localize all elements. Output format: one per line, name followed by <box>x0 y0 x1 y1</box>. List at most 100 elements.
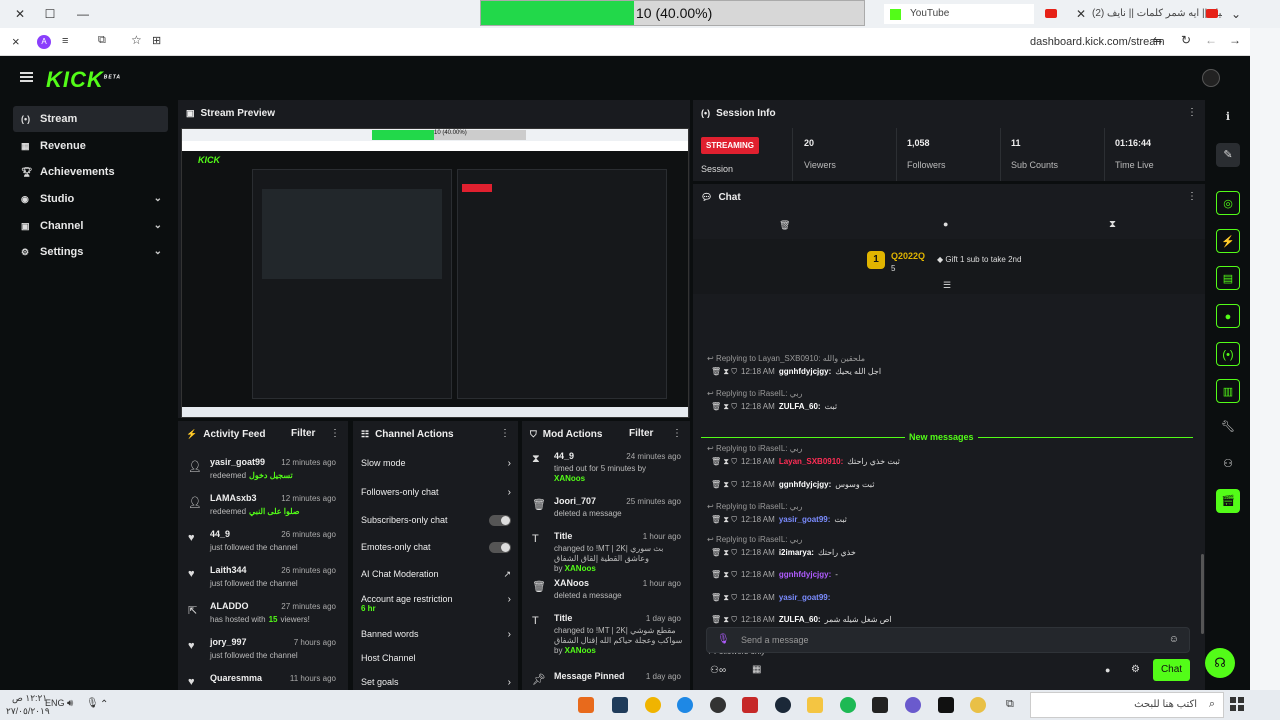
edit-icon[interactable]: ✎ <box>1216 143 1240 167</box>
shield-icon[interactable]: ⛉ <box>731 457 737 466</box>
edge-icon[interactable] <box>677 697 693 713</box>
chat-username[interactable]: ggnhfdyjcjgy: <box>779 570 831 579</box>
lightning-icon[interactable]: ⚡ <box>1216 229 1240 253</box>
clock-date[interactable]: ٢٧/٠٥/٢٠١٩ <box>6 706 50 717</box>
translate-icon[interactable]: ⊞ <box>152 34 161 47</box>
trash-icon[interactable]: 🗑︎ <box>711 570 723 579</box>
channel-action-item[interactable]: Slow mode › <box>361 458 511 469</box>
activity-item[interactable]: ♥ 44_9 26 minutes ago just followed the cha… <box>186 529 346 563</box>
hourglass-icon[interactable]: ⧗ <box>1109 219 1116 230</box>
channel-action-item[interactable]: AI Chat Moderation ↗ <box>361 569 511 579</box>
activity-item[interactable]: ♥ Quaresmma 11 hours ago <box>186 673 346 690</box>
chat-message[interactable]: 🗑︎ ⧗ ⛉ 12:18 AM yasir_goat99: <box>711 593 1201 603</box>
spotify-icon[interactable] <box>840 697 856 713</box>
chat-username[interactable]: yasir_goat99: <box>779 593 831 602</box>
points-icon[interactable]: ⚇ <box>1216 452 1240 476</box>
channel-action-item[interactable]: Followers-only chat › <box>361 487 511 498</box>
app-icon[interactable] <box>710 697 726 713</box>
activity-item[interactable]: ♥ Laith344 26 minutes ago just followed the… <box>186 565 346 599</box>
message-icon[interactable]: ● <box>1216 304 1240 328</box>
activity-item[interactable]: 👤︎ LAMAsxb3 12 minutes ago redeemed صلوا على… <box>186 493 346 527</box>
toggle-switch[interactable] <box>489 515 511 526</box>
chat-message[interactable]: 🗑︎ ⧗ ⛉ 12:18 AM ZULFA_60: اص شغل شيله شمر <box>711 615 1201 625</box>
forward-icon[interactable]: ← <box>1205 33 1217 47</box>
trash-icon[interactable]: 🗑︎ <box>711 615 723 624</box>
microphone-icon[interactable]: 🎙︎ <box>86 698 99 709</box>
chat-message[interactable]: 🗑︎ ⧗ ⛉ 12:18 AM i2imarya: خذي راحتك <box>711 548 1201 558</box>
pin-icon[interactable]: ☰ <box>943 280 951 291</box>
shield-icon[interactable]: ⛉ <box>731 367 737 376</box>
url-text[interactable]: dashboard.kick.com/stream <box>1030 36 1165 48</box>
activity-item[interactable]: ⇱ ALADDO 27 minutes ago has hosted with 15 vi… <box>186 601 346 635</box>
task-view-icon[interactable]: ⧉ <box>1006 698 1014 711</box>
trash-icon[interactable]: 🗑︎ <box>711 367 723 376</box>
shield-icon[interactable]: ⛉ <box>731 515 737 524</box>
app-icon[interactable] <box>645 697 661 713</box>
chat-reply-context[interactable]: ↩ Replying to iRaseIL: ربي <box>707 535 1197 544</box>
chrome-icon[interactable] <box>970 697 986 713</box>
avatar[interactable]: A <box>37 35 51 49</box>
shield-icon[interactable]: ⛉ <box>731 548 737 557</box>
trash-icon[interactable]: 🗑︎ <box>711 402 723 411</box>
chat-reply-context[interactable]: ↩ Replying to Layan_SXB0910: ملحقين والل… <box>707 354 1197 363</box>
more-options-icon[interactable]: ⋮ <box>1187 191 1197 203</box>
chat-username[interactable]: i2imarya: <box>779 548 814 557</box>
channel-action-item[interactable]: Subscribers-only chat <box>361 515 511 526</box>
trash-icon[interactable]: 🗑︎ <box>711 457 723 466</box>
clapper-icon[interactable]: 🎬︎ <box>1216 489 1240 513</box>
wrench-icon[interactable]: 🔧︎ <box>1216 415 1240 439</box>
trash-icon[interactable]: 🗑︎ <box>711 593 723 602</box>
shield-icon[interactable]: ⛉ <box>731 615 737 624</box>
sidebar-item-revenue[interactable]: ▦ Revenue <box>13 133 168 159</box>
chat-reply-context[interactable]: ↩ Replying to iRaseIL: ربي <box>707 389 1197 398</box>
app-icon[interactable] <box>612 697 628 713</box>
points-icon[interactable]: ⚇∞ <box>710 665 726 676</box>
sidebar-item-stream[interactable]: (•) Stream <box>13 106 168 132</box>
kick-logo[interactable]: KICKBETA <box>46 67 121 93</box>
emoji-icon[interactable]: ☺ <box>1169 634 1179 645</box>
broadcast-icon[interactable]: (•) <box>1216 342 1240 366</box>
puzzle-icon[interactable]: ⧉ <box>98 34 106 47</box>
menu-icon[interactable] <box>20 72 33 82</box>
sidebar-item-settings[interactable]: ⚙ Settings ⌄ <box>13 239 168 265</box>
more-options-icon[interactable]: ⋮ <box>672 428 682 440</box>
chat-username[interactable]: Layan_SXB0910: <box>779 457 843 466</box>
app-icon[interactable] <box>905 697 921 713</box>
chat-reply-context[interactable]: ↩ Replying to iRaseIL: ربي <box>707 502 1197 511</box>
chat-message[interactable]: 🗑︎ ⧗ ⛉ 12:18 AM ggnhfdyjcjgy: - <box>711 570 1201 580</box>
volume-icon[interactable]: 🔊︎ <box>67 698 73 709</box>
chat-settings-icon[interactable]: ⚙ <box>1131 664 1140 675</box>
clock-time[interactable]: ١٢:٢١ ص <box>12 693 47 704</box>
sidebar-item-studio[interactable]: ◉ Studio ⌄ <box>13 186 168 212</box>
back-icon[interactable]: × <box>12 34 20 49</box>
notes-icon[interactable]: ▤ <box>1216 266 1240 290</box>
info-icon[interactable]: ℹ <box>1216 105 1240 129</box>
tab-youtube[interactable]: YouTube <box>884 4 1034 24</box>
chat-bubble-icon[interactable]: ● <box>1105 665 1110 675</box>
more-options-icon[interactable]: ⋮ <box>330 428 340 440</box>
channel-action-item[interactable]: Account age restriction 6 hr › <box>361 594 511 613</box>
windows-start-icon[interactable] <box>1230 697 1244 711</box>
tab-song[interactable]: (2) شيلة || ايه شمر كلمات || نايف <box>1092 4 1222 24</box>
activity-filter-button[interactable]: Filter <box>291 421 315 447</box>
more-options-icon[interactable]: ⋮ <box>500 428 510 440</box>
chat-reply-context[interactable]: ↩ Replying to iRaseIL: ربي <box>707 444 1197 453</box>
shield-icon[interactable]: ⛉ <box>731 402 737 411</box>
more-options-icon[interactable]: ⋮ <box>1187 107 1197 119</box>
tab-youtube-small[interactable] <box>1045 4 1075 24</box>
star-icon[interactable]: ☆ <box>131 33 142 47</box>
minimize-window-icon[interactable]: — <box>75 6 91 22</box>
profile-avatar[interactable] <box>1202 69 1220 87</box>
tab-search-icon[interactable]: ⌄ <box>1228 6 1244 22</box>
channel-action-item[interactable]: Set goals › <box>361 677 511 688</box>
emote-bar[interactable] <box>705 661 1195 675</box>
chat-username[interactable]: ggnhfdyjcjgy: <box>779 367 831 376</box>
app-icon[interactable] <box>578 697 594 713</box>
camera-icon[interactable]: ◎ <box>1216 191 1240 215</box>
shield-icon[interactable]: ⛉ <box>731 593 737 602</box>
chat-bubble-icon[interactable]: ● <box>943 219 948 229</box>
toggle-switch[interactable] <box>489 542 511 553</box>
chat-scrollbar[interactable] <box>1201 554 1204 634</box>
activity-item[interactable]: 👤︎ yasir_goat99 12 minutes ago redeemed تسجي… <box>186 457 346 491</box>
support-icon[interactable]: ☊ <box>1205 648 1235 678</box>
